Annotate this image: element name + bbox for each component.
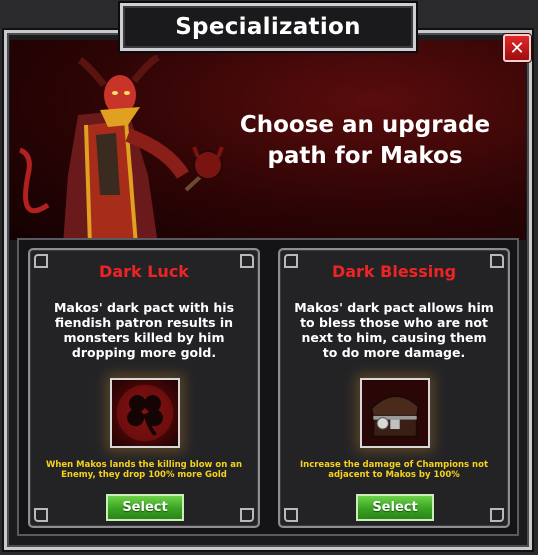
treasure-chest-icon (360, 378, 430, 448)
demon-character-illustration (18, 55, 224, 245)
close-button[interactable]: ✕ (503, 34, 531, 62)
option-description: Makos' dark pact allows him to bless tho… (294, 300, 494, 360)
upgrade-heading: Choose an upgrade path for Makos (239, 112, 491, 169)
option-effect: When Makos lands the killing blow on an … (45, 460, 242, 480)
clover-icon (110, 378, 180, 448)
option-description: Makos' dark pact with his fiendish patro… (53, 300, 235, 360)
option-effect: Increase the damage of Champions not adj… (299, 460, 489, 480)
select-button-dark-blessing[interactable]: Select (356, 494, 434, 521)
option-title: Dark Blessing (331, 262, 457, 281)
select-button-dark-luck[interactable]: Select (106, 494, 184, 521)
dialog-title: Specialization (120, 3, 416, 51)
option-title: Dark Luck (99, 262, 189, 281)
option-card-dark-blessing: Dark Blessing Makos' dark pact allows hi… (278, 248, 510, 528)
option-card-dark-luck: Dark Luck Makos' dark pact with his fien… (28, 248, 260, 528)
